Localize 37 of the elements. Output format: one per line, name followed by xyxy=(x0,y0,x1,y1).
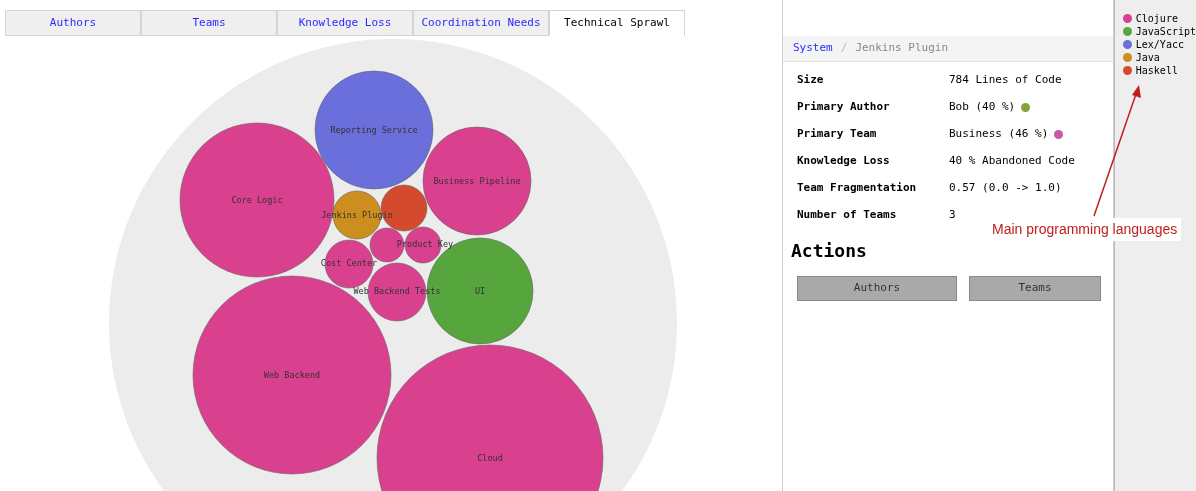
detail-label: Primary Team xyxy=(797,125,878,142)
section-heading: Actions xyxy=(791,239,868,263)
bubble-label: UI xyxy=(474,286,486,296)
detail-label: Size xyxy=(797,71,825,88)
detail-label: Knowledge Loss xyxy=(797,152,891,169)
detail-value: Bob (40 %) xyxy=(949,98,1016,115)
tab[interactable]: Authors xyxy=(5,10,141,36)
tab[interactable]: Technical Sprawl xyxy=(549,10,685,36)
bubble-label: Business Pipeline xyxy=(433,176,521,186)
breadcrumb-current: Jenkins Plugin xyxy=(855,40,949,57)
breadcrumb-separator: / xyxy=(840,40,848,57)
detail-value: 784 Lines of Code xyxy=(949,71,1062,88)
legend-label: Java xyxy=(1135,50,1160,65)
detail-value: 40 % Abandoned Code xyxy=(949,152,1075,169)
bubble-label: Cloud xyxy=(477,453,503,463)
breadcrumb-link[interactable]: System xyxy=(793,40,833,57)
tab[interactable]: Coordination Needs xyxy=(413,10,549,36)
tab[interactable]: Knowledge Loss xyxy=(277,10,413,36)
bubble-label: Core Logic xyxy=(231,195,283,205)
detail-label: Number of Teams xyxy=(797,206,898,223)
detail-label: Primary Author xyxy=(797,98,891,115)
action-button[interactable]: Teams xyxy=(969,276,1101,301)
module-bubble[interactable] xyxy=(376,344,604,491)
detail-value: Business (46 %) xyxy=(949,125,1049,142)
tab[interactable]: Teams xyxy=(141,10,277,36)
detail-label: Team Fragmentation xyxy=(797,179,918,196)
bubble-label: Reporting Service xyxy=(330,125,418,135)
detail-value: 3 xyxy=(949,206,956,223)
bubble-label: Web Backend xyxy=(263,370,321,380)
action-button[interactable]: Authors xyxy=(797,276,957,301)
legend-label: JavaScript xyxy=(1135,24,1196,39)
legend-label: Clojure xyxy=(1135,11,1178,26)
legend-label: Haskell xyxy=(1135,63,1178,78)
legend-label: Lex/Yacc xyxy=(1135,37,1184,52)
module-bubble[interactable] xyxy=(422,126,532,236)
module-bubble[interactable] xyxy=(314,70,434,190)
detail-value: 0.57 (0.0 -> 1.0) xyxy=(949,179,1062,196)
